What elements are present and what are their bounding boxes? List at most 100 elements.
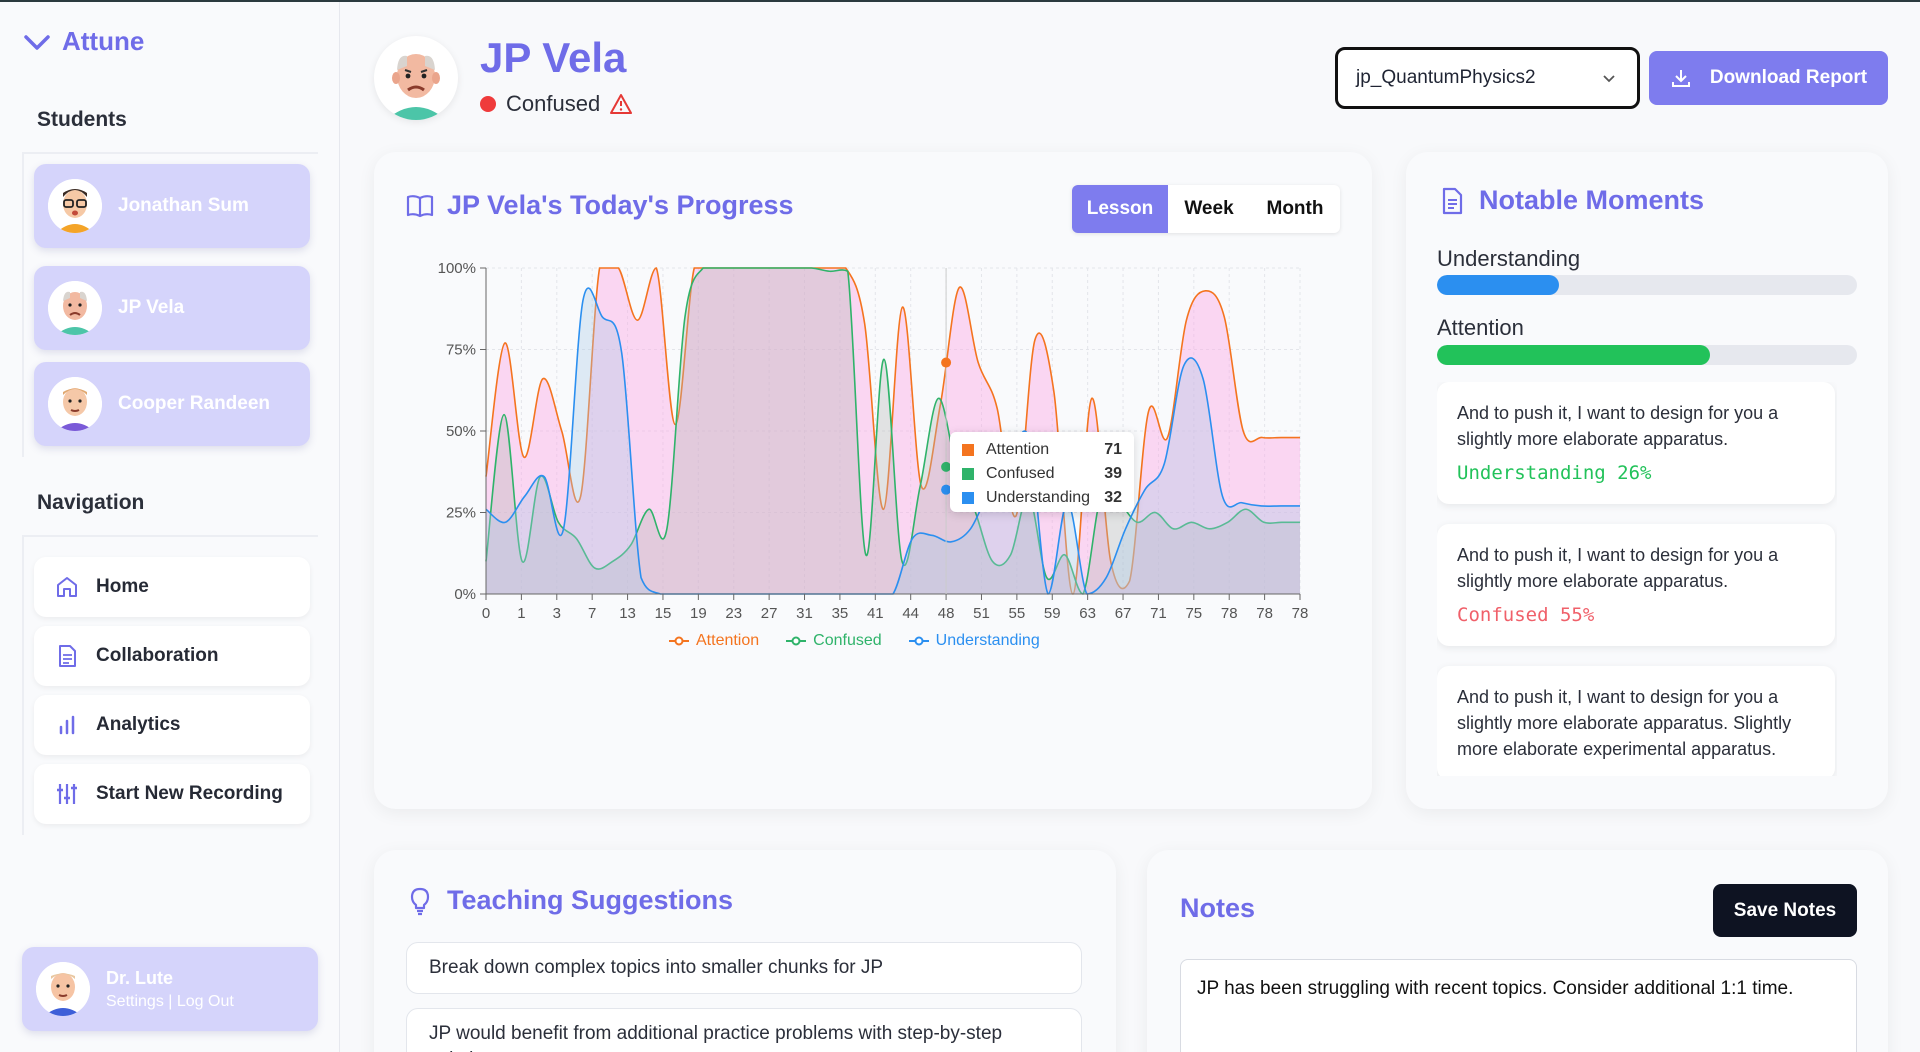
- warning-icon: [610, 94, 633, 114]
- tooltip-value: 32: [1104, 489, 1122, 506]
- y-tick-label: 50%: [446, 423, 476, 440]
- x-tick-label: 78: [1292, 605, 1309, 622]
- x-tick-label: 78: [1221, 605, 1238, 622]
- x-tick-label: 3: [553, 605, 561, 622]
- x-tick-label: 7: [588, 605, 596, 622]
- moment-text: And to push it, I want to design for you…: [1457, 545, 1779, 591]
- avatar: [48, 377, 102, 431]
- legend-item-confused[interactable]: Confused: [785, 632, 882, 650]
- x-tick-label: 48: [938, 605, 955, 622]
- tooltip-value: 39: [1104, 465, 1122, 482]
- tooltip-value: 71: [1104, 441, 1122, 458]
- student-card-jonathan-sum[interactable]: Jonathan Sum: [34, 164, 310, 248]
- student-avatar: [374, 36, 458, 120]
- tab-month[interactable]: Month: [1250, 185, 1340, 233]
- tooltip-series-name: Confused: [986, 465, 1055, 482]
- user-name: Dr. Lute: [106, 967, 174, 988]
- active-dot-attention: [941, 357, 952, 368]
- chart-tooltip: Attention 71 Confused 39 Understanding 32: [950, 432, 1134, 512]
- y-tick-label: 75%: [446, 342, 476, 359]
- avatar: [48, 179, 102, 233]
- nav-label: Collaboration: [96, 645, 219, 666]
- download-label: Download Report: [1709, 67, 1868, 88]
- student-card-jp-vela[interactable]: JP Vela: [34, 266, 310, 350]
- session-select[interactable]: jp_QuantumPhysics2: [1335, 47, 1640, 109]
- nav-item-collaboration[interactable]: Collaboration: [34, 626, 310, 686]
- home-icon: [57, 577, 77, 597]
- page-title: JP Vela: [480, 34, 627, 81]
- nav-label: Analytics: [96, 714, 181, 735]
- understanding-bar: [1437, 275, 1857, 295]
- logout-link[interactable]: Log Out: [177, 993, 234, 1010]
- progress-title: JP Vela's Today's Progress: [405, 190, 794, 221]
- attention-bar-fill: [1437, 345, 1710, 365]
- notable-moments-title-text: Notable Moments: [1479, 185, 1705, 215]
- understanding-bar-fill: [1437, 275, 1559, 295]
- y-tick-label: 25%: [446, 505, 476, 522]
- x-tick-label: 35: [832, 605, 849, 622]
- tooltip-row: Attention 71: [962, 438, 1122, 462]
- session-select-value: jp_QuantumPhysics2: [1356, 67, 1536, 88]
- nav-item-start-new-recording[interactable]: Start New Recording: [34, 764, 310, 824]
- students-panel: Jonathan Sum JP Vela Cooper Randeen: [22, 152, 318, 457]
- sliders-icon: [57, 784, 77, 804]
- suggestion-item[interactable]: Break down complex topics into smaller c…: [406, 942, 1082, 994]
- tooltip-row: Confused 39: [962, 462, 1122, 486]
- settings-link[interactable]: Settings: [106, 993, 164, 1010]
- student-card-cooper-randeen[interactable]: Cooper Randeen: [34, 362, 310, 446]
- students-heading: Students: [37, 108, 127, 131]
- x-tick-label: 63: [1079, 605, 1096, 622]
- x-tick-label: 19: [690, 605, 707, 622]
- suggestion-item[interactable]: JP would benefit from additional practic…: [406, 1008, 1082, 1052]
- x-tick-label: 75: [1185, 605, 1202, 622]
- x-tick-label: 31: [796, 605, 813, 622]
- nav-item-analytics[interactable]: Analytics: [34, 695, 310, 755]
- status-label: Confused: [506, 91, 601, 116]
- avatar: [48, 281, 102, 335]
- status-dot: [480, 96, 496, 112]
- moment-tag: Understanding 26%: [1457, 462, 1652, 484]
- moment-card[interactable]: And to push it, I want to design for you…: [1437, 524, 1835, 646]
- progress-title-text: JP Vela's Today's Progress: [447, 190, 794, 220]
- swatch: [962, 444, 974, 456]
- moment-tag: Confused 55%: [1457, 604, 1595, 626]
- navigation-panel: Home Collaboration Analytics Start New R…: [22, 535, 318, 835]
- chevron-down-icon[interactable]: [22, 27, 52, 57]
- legend-item-attention[interactable]: Attention: [668, 632, 759, 650]
- nav-label: Home: [96, 576, 149, 597]
- app-name: Attune: [62, 26, 145, 56]
- swatch: [962, 492, 974, 504]
- chevron-down-icon: [1603, 75, 1615, 83]
- separator: |: [168, 992, 173, 1010]
- moment-card[interactable]: And to push it, I want to design for you…: [1437, 382, 1835, 504]
- notes-textarea[interactable]: JP has been struggling with recent topic…: [1180, 959, 1857, 1052]
- moments-list[interactable]: And to push it, I want to design for you…: [1437, 382, 1837, 776]
- moment-text: And to push it, I want to design for you…: [1457, 403, 1779, 449]
- brand[interactable]: Attune: [22, 26, 144, 57]
- swatch: [962, 468, 974, 480]
- student-status: Confused: [480, 91, 633, 117]
- x-tick-label: 78: [1256, 605, 1273, 622]
- navigation-heading: Navigation: [37, 491, 145, 514]
- nav-item-home[interactable]: Home: [34, 557, 310, 617]
- download-report-button[interactable]: Download Report: [1649, 51, 1888, 105]
- notes-title: Notes: [1180, 893, 1255, 924]
- moment-card[interactable]: And to push it, I want to design for you…: [1437, 666, 1835, 776]
- x-tick-label: 27: [761, 605, 778, 622]
- metric-label-attention: Attention: [1437, 315, 1524, 340]
- metric-label-understanding: Understanding: [1437, 246, 1581, 271]
- avatar: [36, 962, 90, 1016]
- tooltip-row: Understanding 32: [962, 486, 1122, 510]
- teaching-suggestions-title-text: Teaching Suggestions: [447, 885, 734, 915]
- tab-week[interactable]: Week: [1168, 185, 1250, 233]
- legend-label: Understanding: [935, 632, 1040, 649]
- legend-item-understanding[interactable]: Understanding: [908, 632, 1040, 650]
- x-tick-label: 55: [1009, 605, 1026, 622]
- x-tick-label: 1: [517, 605, 525, 622]
- tab-lesson[interactable]: Lesson: [1072, 185, 1168, 233]
- x-tick-label: 44: [902, 605, 919, 622]
- x-tick-label: 41: [867, 605, 884, 622]
- save-notes-button[interactable]: Save Notes: [1713, 884, 1857, 937]
- x-tick-label: 67: [1115, 605, 1132, 622]
- book-open-icon: [406, 194, 434, 217]
